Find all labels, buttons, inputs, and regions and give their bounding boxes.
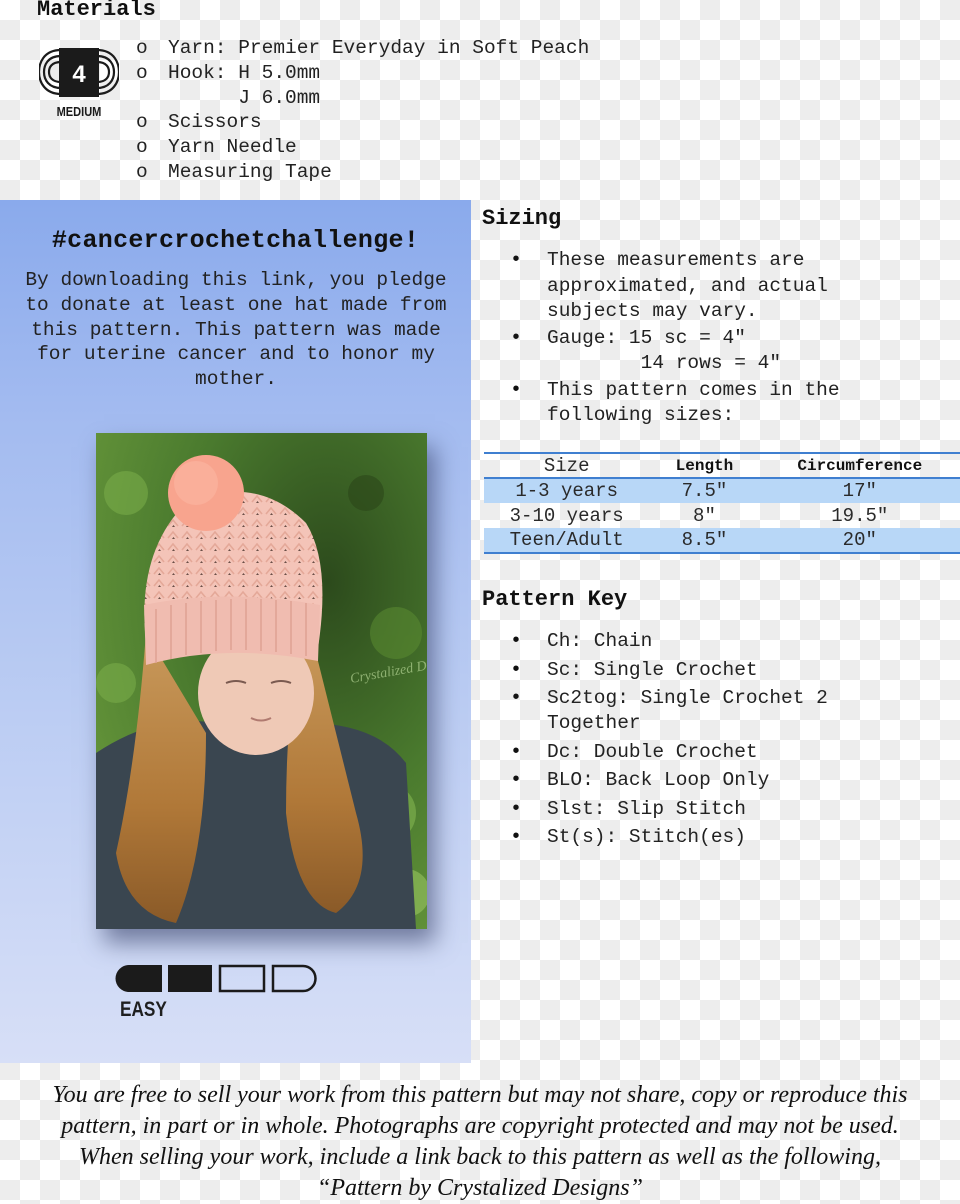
yarn-weight-badge: 4 MEDIUM: [37, 42, 121, 120]
hollow-bullet-icon: o: [136, 61, 148, 84]
column-header-length: Length: [649, 453, 760, 479]
yarn-weight-label: MEDIUM: [57, 104, 102, 119]
hollow-bullet-icon: o: [136, 37, 148, 59]
sizing-item-gauge: Gauge: 15 sc = 4″ 14 rows = 4″: [482, 326, 922, 377]
materials-item: J 6.0mm: [168, 86, 321, 109]
hollow-bullet-icon: o: [136, 136, 148, 159]
materials-list: o Yarn: Premier Everyday in Soft Peach oH…: [136, 36, 589, 185]
challenge-pledge-text: By downloading this link, you pledge to …: [25, 269, 447, 391]
cell-length: 8″: [693, 504, 716, 527]
yarn-skein-icon: 4 MEDIUM: [37, 48, 121, 119]
cell-circumference: 17″: [759, 478, 960, 503]
materials-item: o Measuring Tape: [136, 160, 332, 183]
pattern-key-item: Sc: Single Crochet: [482, 658, 902, 683]
size-table: Size Length Circumference 1-3 years 7.5″…: [484, 452, 960, 554]
materials-item: o Yarn: Premier Everyday in Soft Peach: [136, 37, 590, 59]
table-row: 1-3 years 7.5″ 17″: [484, 478, 960, 503]
pattern-key-item: St(s): Stitch(es): [482, 825, 902, 850]
cell-length: 8.5″: [649, 528, 760, 553]
materials-heading: Materials: [37, 0, 156, 22]
cell-size: 1-3 years: [484, 478, 650, 503]
cell-size: Teen/Adult: [484, 528, 650, 553]
difficulty-segment-filled: [115, 965, 162, 992]
sizing-heading: Sizing: [482, 206, 562, 231]
pattern-key-item: Dc: Double Crochet: [482, 740, 902, 765]
pattern-key-heading: Pattern Key: [482, 587, 628, 612]
hollow-bullet-icon: o: [136, 111, 148, 134]
column-header-circumference: Circumference: [759, 453, 960, 479]
difficulty-segment-empty: [218, 964, 266, 993]
model-photo-illustration: Crystalized Designs: [96, 433, 427, 929]
pattern-key-item: Sc2tog: Single Crochet 2 Together: [482, 686, 902, 736]
pattern-key-item: BLO: Back Loop Only: [482, 768, 902, 793]
sizing-item: This pattern comes in the following size…: [482, 378, 922, 429]
column-header-size: Size: [484, 453, 650, 479]
materials-item: o Hook: H 5.0mm: [136, 61, 321, 84]
difficulty-segment-filled: [168, 965, 212, 992]
table-row: Teen/Adult 8.5″ 20″: [484, 528, 960, 553]
difficulty-label: EASY: [120, 998, 167, 1021]
license-notice: You are free to sell your work from this…: [52, 1082, 908, 1201]
yarn-weight-number: 4: [72, 61, 86, 88]
difficulty-segment-empty: [271, 964, 317, 993]
difficulty-meter: [115, 964, 320, 994]
cell-circumference: 19.5″: [831, 504, 889, 527]
sizing-item: These measurements are approximated, and…: [482, 248, 922, 325]
pattern-key-item: Slst: Slip Stitch: [482, 797, 902, 822]
cell-circumference: 20″: [759, 528, 960, 553]
hat-photo: Crystalized Designs: [96, 433, 427, 929]
challenge-heading: #cancercrochetchallenge!: [51, 226, 420, 255]
cell-length: 7.5″: [649, 478, 760, 503]
cell-size: 3-10 years: [509, 504, 624, 527]
pattern-key-list: Ch: Chain Sc: Single Crochet Sc2tog: Sin…: [482, 629, 902, 854]
table-row: 3-10 years 8″ 19.5″: [484, 503, 960, 528]
materials-item: o Scissors: [136, 111, 262, 134]
pattern-key-item: Ch: Chain: [482, 629, 902, 654]
hollow-bullet-icon: o: [136, 160, 148, 183]
table-header-row: Size Length Circumference: [484, 453, 960, 479]
materials-item: o Yarn Needle: [136, 136, 297, 159]
sizing-list: These measurements are approximated, and…: [482, 248, 922, 430]
